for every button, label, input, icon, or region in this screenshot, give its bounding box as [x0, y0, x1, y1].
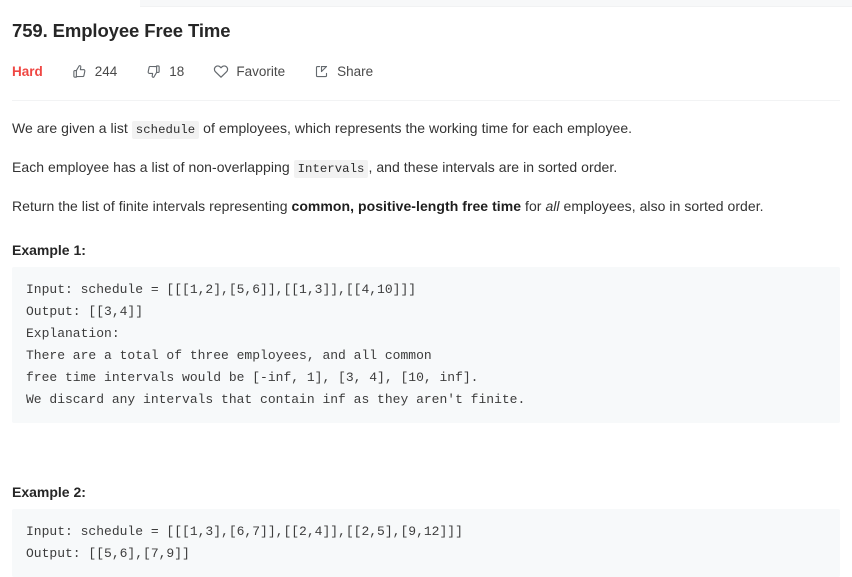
heart-icon	[212, 63, 229, 80]
example-1-code-block: Input: schedule = [[[1,2],[5,6]],[[1,3]]…	[12, 267, 840, 423]
example-1-heading: Example 1:	[12, 242, 86, 258]
desc-p3-italic: all	[545, 198, 560, 214]
desc-p1-text-before: We are given a list	[12, 120, 132, 136]
favorite-label: Favorite	[236, 63, 286, 79]
description-paragraph-1: We are given a list schedule of employee…	[12, 110, 840, 149]
page-title: 759. Employee Free Time	[12, 20, 231, 41]
desc-p3-text-before: Return the list of finite intervals repr…	[12, 198, 292, 214]
desc-p1-text-after: of employees, which represents the worki…	[199, 120, 633, 136]
problem-action-row: Hard 244 18 Favorite Share	[12, 56, 840, 86]
description-paragraph-2: Each employee has a list of non-overlapp…	[12, 149, 840, 188]
desc-p3-bold: common, positive-length free time	[291, 198, 522, 214]
share-icon	[313, 63, 330, 80]
desc-p3-text-after: employees, also in sorted order.	[559, 198, 764, 214]
downvote-button[interactable]: 18	[145, 63, 184, 80]
upvote-count: 244	[94, 63, 118, 79]
thumbs-down-icon	[145, 63, 162, 80]
share-label: Share	[337, 63, 374, 79]
example-2-section: Example 2: Input: schedule = [[[1,3],[6,…	[12, 467, 840, 577]
favorite-button[interactable]: Favorite	[212, 63, 285, 80]
desc-p2-text-before: Each employee has a list of non-overlapp…	[12, 159, 294, 175]
problem-page: 759. Employee Free Time Hard 244 18 Favo…	[0, 0, 852, 577]
downvote-count: 18	[169, 63, 185, 79]
upvote-button[interactable]: 244	[71, 63, 118, 80]
desc-p2-text-after: , and these intervals are in sorted orde…	[368, 159, 618, 175]
problem-description: We are given a list schedule of employee…	[12, 101, 840, 225]
thumbs-up-icon	[71, 63, 88, 80]
difficulty-badge: Hard	[12, 63, 43, 79]
share-button[interactable]: Share	[313, 63, 373, 80]
example-1-section: Example 1: Input: schedule = [[[1,2],[5,…	[12, 225, 840, 423]
description-paragraph-3: Return the list of finite intervals repr…	[12, 188, 840, 225]
inline-code-schedule: schedule	[131, 121, 200, 139]
example-2-heading: Example 2:	[12, 484, 86, 500]
inline-code-intervals: Intervals	[293, 160, 369, 178]
desc-p3-text-mid: for	[521, 198, 546, 214]
